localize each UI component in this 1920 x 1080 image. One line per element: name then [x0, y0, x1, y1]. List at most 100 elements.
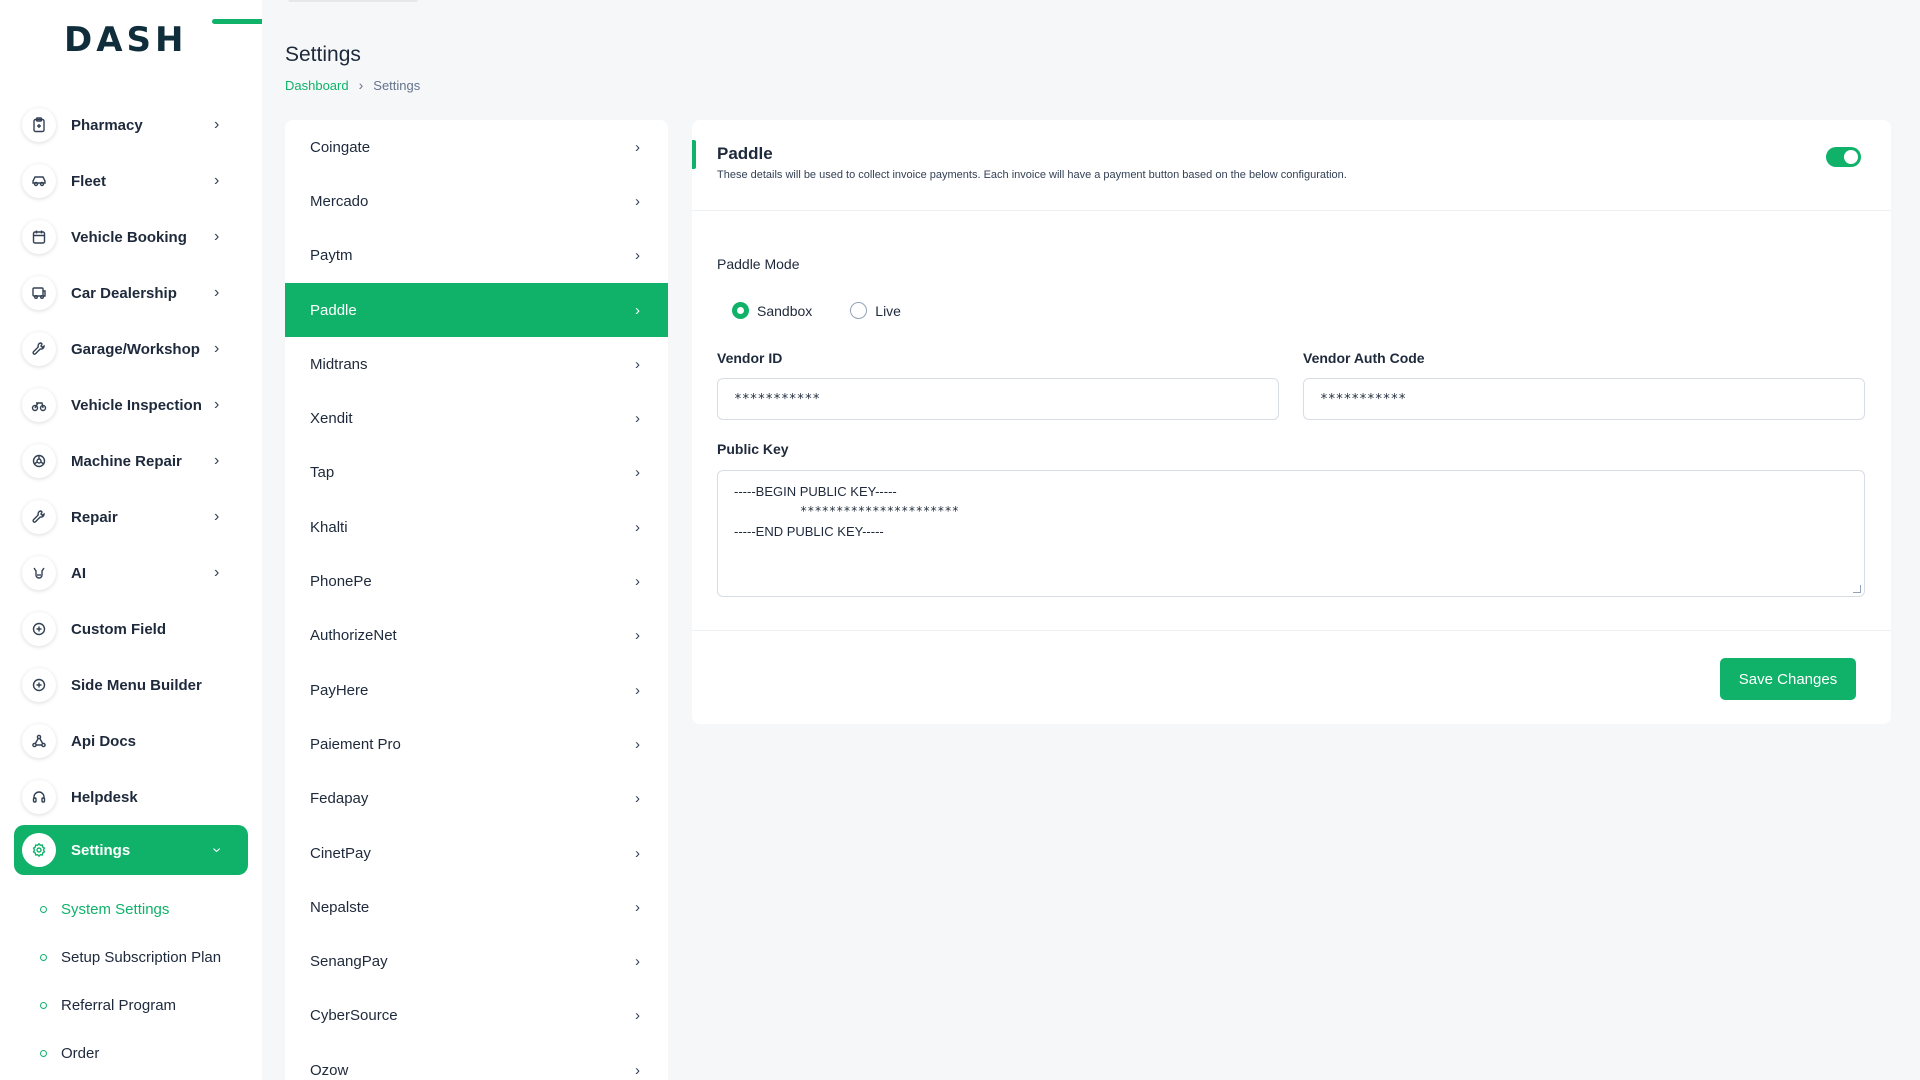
gateway-item-tap[interactable]: Tap ›: [285, 446, 668, 500]
chevron-right-icon: ›: [214, 452, 220, 469]
wrench-icon: [22, 332, 56, 366]
gateway-label: Paiement Pro: [310, 735, 401, 753]
radio-live[interactable]: Live: [850, 302, 901, 319]
gateway-item-ozow[interactable]: Ozow ›: [285, 1043, 668, 1080]
vendor-id-field[interactable]: ***********: [717, 378, 1279, 420]
card-header: Paddle These details will be used to col…: [692, 120, 1891, 211]
gateway-item-midtrans[interactable]: Midtrans ›: [285, 337, 668, 391]
gateway-label: Fedapay: [310, 790, 369, 808]
submenu-item-system-settings[interactable]: System Settings: [0, 885, 262, 933]
sidebar-item-label: Api Docs: [71, 732, 137, 750]
sidebar-item-vehicle-booking[interactable]: Vehicle Booking ›: [0, 209, 262, 265]
gateway-item-fedapay[interactable]: Fedapay ›: [285, 772, 668, 826]
gateway-item-coingate[interactable]: Coingate ›: [285, 120, 668, 174]
submenu-item-referral-program[interactable]: Referral Program: [0, 981, 262, 1029]
sidebar-item-fleet[interactable]: Fleet ›: [0, 153, 262, 209]
breadcrumb: Dashboard › Settings: [285, 77, 420, 93]
sidebar-item-vehicle-inspection[interactable]: Vehicle Inspection ›: [0, 377, 262, 433]
top-bar-edge: [288, 0, 418, 2]
save-changes-button[interactable]: Save Changes: [1720, 658, 1856, 700]
gateway-item-xendit[interactable]: Xendit ›: [285, 391, 668, 445]
sidebar-item-custom-field[interactable]: Custom Field: [0, 601, 262, 657]
sidebar-item-garage-workshop[interactable]: Garage/Workshop ›: [0, 321, 262, 377]
sidebar-item-machine-repair[interactable]: Machine Repair ›: [0, 433, 262, 489]
chevron-right-icon: ›: [635, 681, 640, 699]
chevron-right-icon: ›: [635, 355, 640, 373]
dealership-icon: [22, 276, 56, 310]
bullet-icon: [40, 1049, 47, 1057]
bullet-icon: [40, 1001, 47, 1009]
sidebar-item-label: Custom Field: [71, 620, 167, 638]
radio-sandbox[interactable]: Sandbox: [732, 302, 812, 319]
plus-circle-icon: [22, 612, 56, 646]
gateway-label: Ozow: [310, 1061, 349, 1079]
chevron-right-icon: ›: [635, 627, 640, 645]
sidebar-item-settings[interactable]: Settings ›: [14, 825, 248, 875]
breadcrumb-current: Settings: [373, 77, 421, 93]
chevron-right-icon: ›: [214, 508, 220, 525]
logo-accent-bar: [212, 19, 262, 24]
public-key-line: **********************: [800, 504, 959, 518]
calendar-icon: [22, 220, 56, 254]
submenu-item-setup-subscription-plan[interactable]: Setup Subscription Plan: [0, 933, 262, 981]
sidebar-item-side-menu-builder[interactable]: Side Menu Builder: [0, 657, 262, 713]
gateway-item-cybersource[interactable]: CyberSource ›: [285, 989, 668, 1043]
gateway-label: Xendit: [310, 410, 353, 428]
gateway-item-authorizenet[interactable]: AuthorizeNet ›: [285, 609, 668, 663]
sidebar-item-pharmacy[interactable]: Pharmacy ›: [0, 97, 262, 153]
gateway-item-paddle[interactable]: Paddle ›: [285, 282, 668, 338]
vendor-id-label: Vendor ID: [717, 350, 783, 366]
gateway-label: Paytm: [310, 247, 353, 265]
gateway-label: Nepalste: [310, 898, 370, 916]
car-icon: [22, 164, 56, 198]
gateway-item-senangpay[interactable]: SenangPay ›: [285, 934, 668, 988]
breadcrumb-dashboard-link[interactable]: Dashboard: [285, 78, 349, 93]
gateway-item-paiement-pro[interactable]: Paiement Pro ›: [285, 717, 668, 771]
sidebar-item-label: Vehicle Inspection: [71, 396, 202, 414]
sidebar-item-label: Repair: [71, 508, 118, 526]
sidebar-item-label: Fleet: [71, 172, 107, 190]
submenu-item-label: Referral Program: [61, 996, 177, 1014]
card-description: These details will be used to collect in…: [717, 169, 1347, 181]
chevron-right-icon: ›: [214, 228, 220, 245]
gateway-label: CyberSource: [310, 1007, 398, 1025]
headset-icon: [22, 780, 56, 814]
sidebar-nav: Pharmacy › Fleet › Vehicle Booking › Car…: [0, 97, 262, 1077]
sidebar-item-api-docs[interactable]: Api Docs: [0, 713, 262, 769]
api-icon: [22, 724, 56, 758]
vendor-auth-code-label: Vendor Auth Code: [1303, 350, 1425, 366]
chevron-right-icon: ›: [214, 396, 220, 413]
gateway-item-khalti[interactable]: Khalti ›: [285, 500, 668, 554]
gateway-item-phonepe[interactable]: PhonePe ›: [285, 554, 668, 608]
radio-label: Live: [875, 302, 901, 319]
chevron-right-icon: ›: [214, 340, 220, 357]
public-key-textarea[interactable]: -----BEGIN PUBLIC KEY----- *************…: [717, 470, 1865, 597]
gateway-label: Mercado: [310, 192, 369, 210]
submenu-item-order[interactable]: Order: [0, 1029, 262, 1077]
chevron-right-icon: ›: [635, 464, 640, 482]
gateway-label: PhonePe: [310, 573, 372, 591]
gateway-label: Tap: [310, 464, 335, 482]
chevron-right-icon: ›: [214, 284, 220, 301]
accent-bar: [692, 140, 696, 169]
vendor-auth-code-field[interactable]: ***********: [1303, 378, 1865, 420]
gateway-item-payhere[interactable]: PayHere ›: [285, 663, 668, 717]
sidebar-item-ai[interactable]: AI ›: [0, 545, 262, 601]
sidebar-item-repair[interactable]: Repair ›: [0, 489, 262, 545]
chevron-right-icon: ›: [635, 410, 640, 428]
sidebar-item-helpdesk[interactable]: Helpdesk: [0, 769, 262, 825]
gateway-label: Coingate: [310, 138, 371, 156]
sidebar-item-car-dealership[interactable]: Car Dealership ›: [0, 265, 262, 321]
chevron-right-icon: ›: [635, 573, 640, 591]
logo[interactable]: DASH: [0, 0, 262, 80]
radio-unchecked-icon: [850, 302, 868, 319]
gateway-item-mercado[interactable]: Mercado ›: [285, 174, 668, 228]
gateway-item-nepalste[interactable]: Nepalste ›: [285, 880, 668, 934]
gateway-item-paytm[interactable]: Paytm ›: [285, 229, 668, 283]
gateway-label: CinetPay: [310, 844, 371, 862]
chevron-right-icon: ›: [635, 844, 640, 862]
mode-radio-group: Sandbox Live: [732, 302, 939, 319]
gateway-item-cinetpay[interactable]: CinetPay ›: [285, 826, 668, 880]
enable-toggle[interactable]: [1826, 147, 1861, 167]
resize-handle-icon[interactable]: [1853, 585, 1861, 593]
